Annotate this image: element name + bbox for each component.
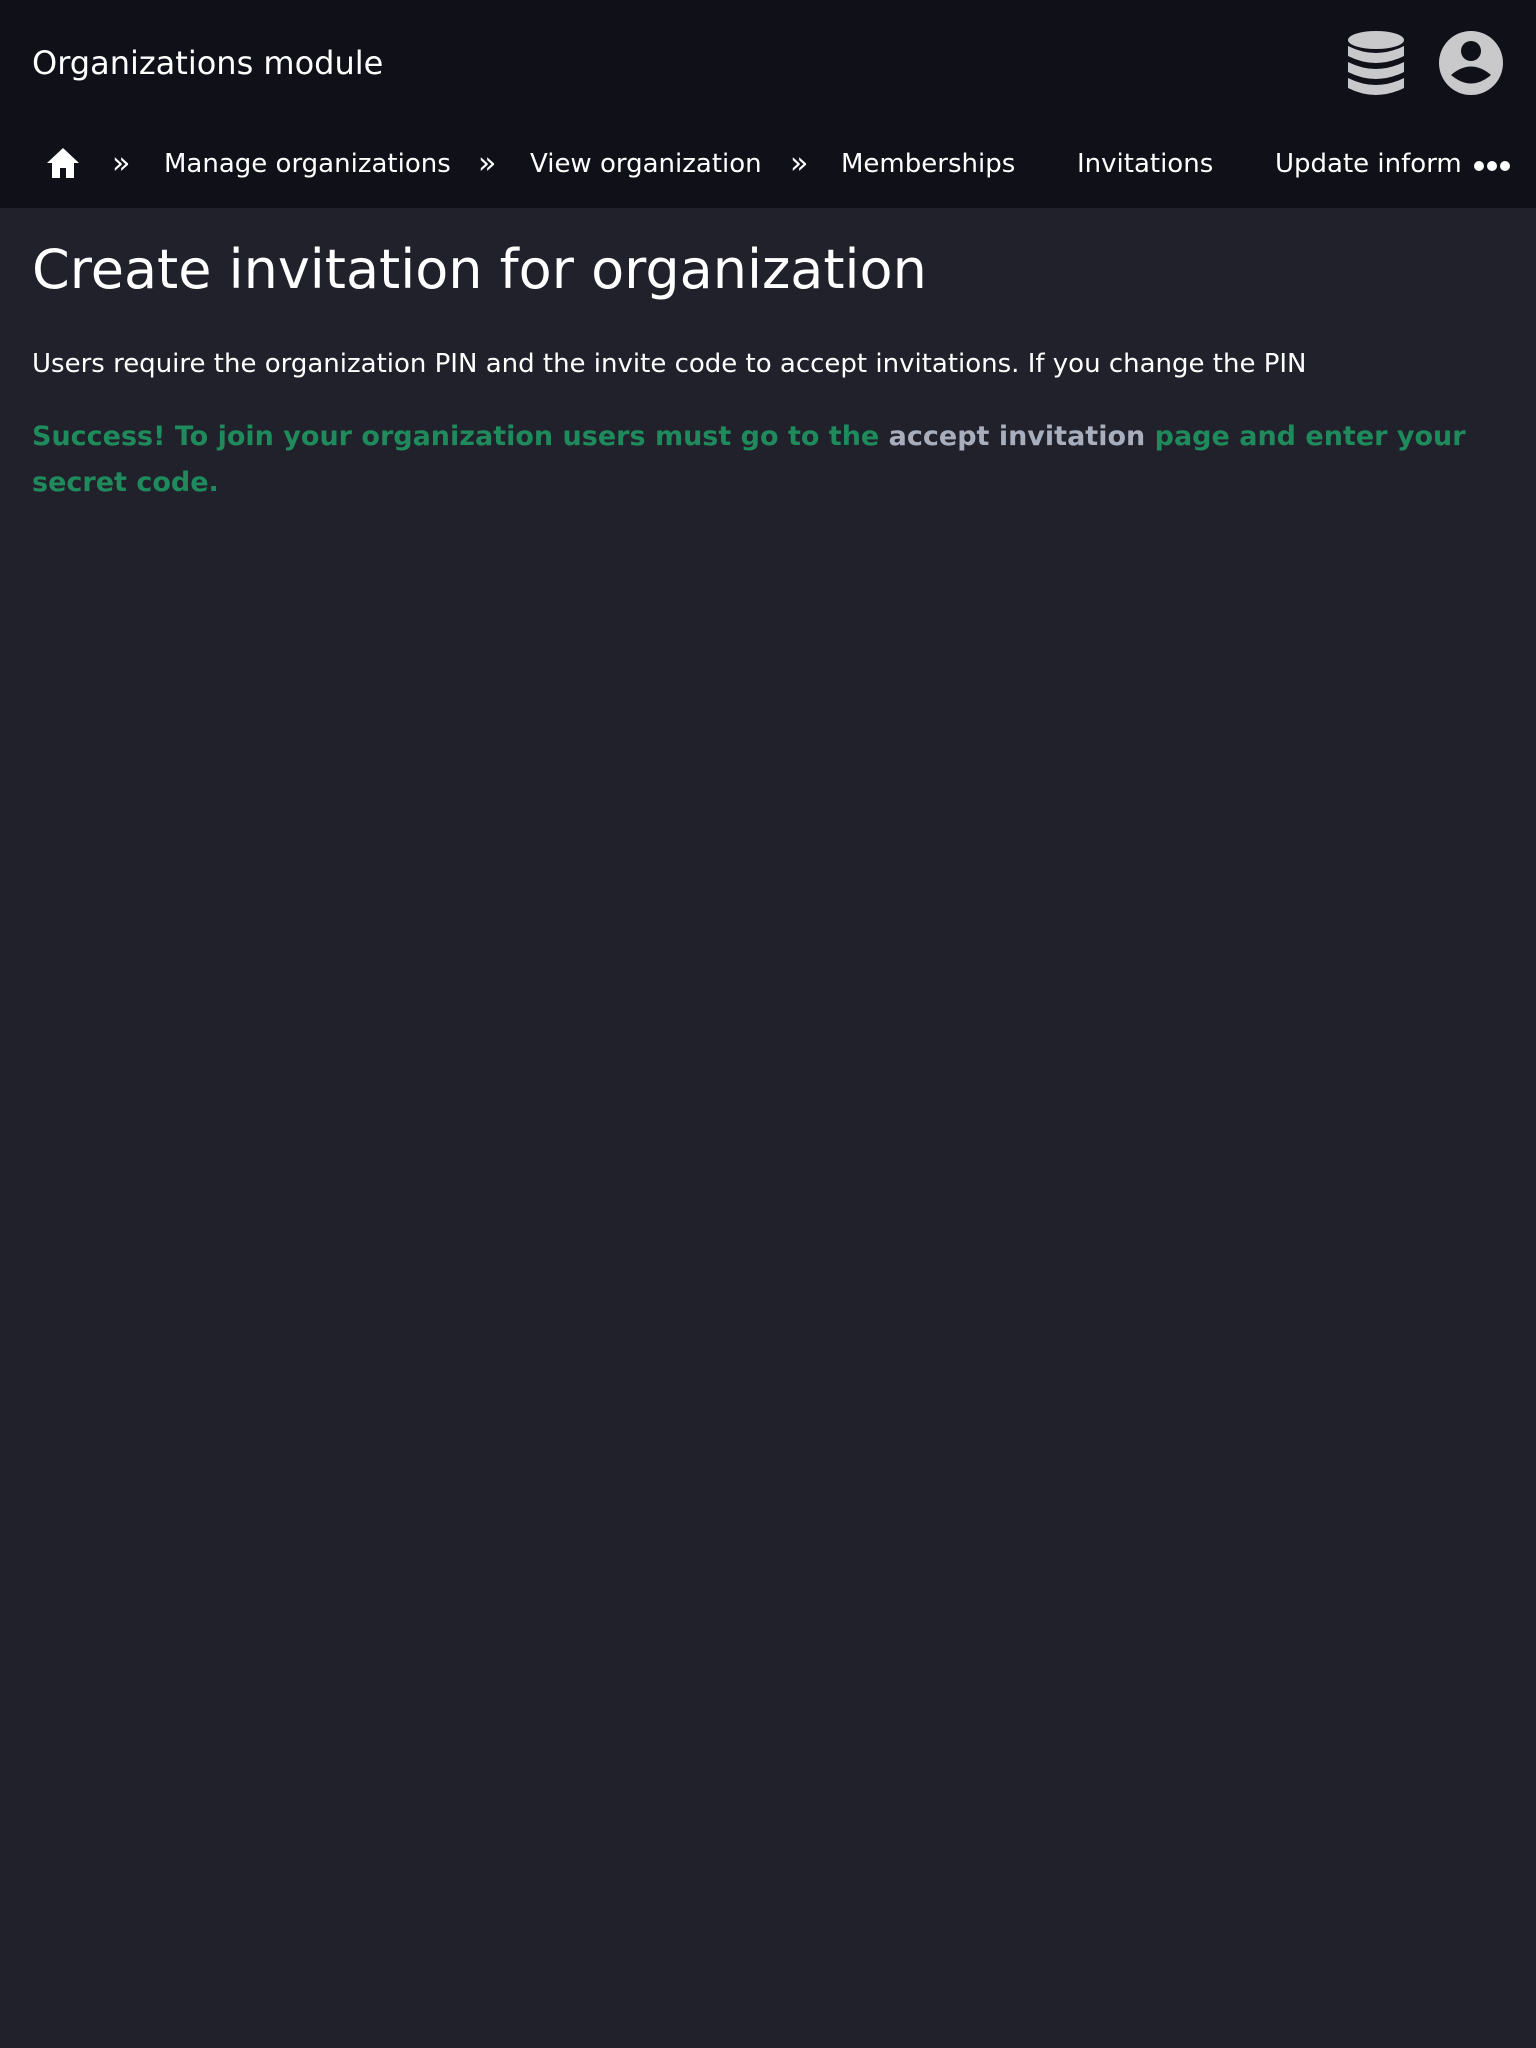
breadcrumb-view-organization[interactable]: View organization: [530, 146, 762, 182]
app-header: Organizations module » Manage organizati…: [0, 0, 1536, 208]
breadcrumb: » Manage organizations » View organizati…: [0, 134, 1536, 194]
breadcrumb-separator: »: [478, 146, 497, 181]
page-title: Create invitation for organization: [32, 238, 927, 301]
breadcrumb-separator: »: [112, 146, 131, 181]
breadcrumb-manage-organizations[interactable]: Manage organizations: [164, 146, 451, 182]
main-content: Create invitation for organization Users…: [32, 230, 1512, 506]
app-title: Organizations module: [32, 44, 384, 82]
home-icon[interactable]: [45, 146, 81, 180]
more-dots-icon[interactable]: [1474, 158, 1510, 172]
database-icon[interactable]: [1346, 30, 1406, 98]
accept-invitation-link[interactable]: accept invitation: [889, 421, 1146, 452]
tab-invitations[interactable]: Invitations: [1077, 146, 1213, 182]
breadcrumb-separator: »: [790, 146, 809, 181]
page-description: Users require the organization PIN and t…: [32, 349, 1307, 379]
success-text-before: Success! To join your organization users…: [32, 421, 889, 452]
tab-update-information[interactable]: Update inform: [1275, 146, 1465, 182]
success-message: Success! To join your organization users…: [32, 414, 1512, 506]
user-circle-icon[interactable]: [1438, 30, 1504, 96]
tab-memberships[interactable]: Memberships: [841, 146, 1015, 182]
